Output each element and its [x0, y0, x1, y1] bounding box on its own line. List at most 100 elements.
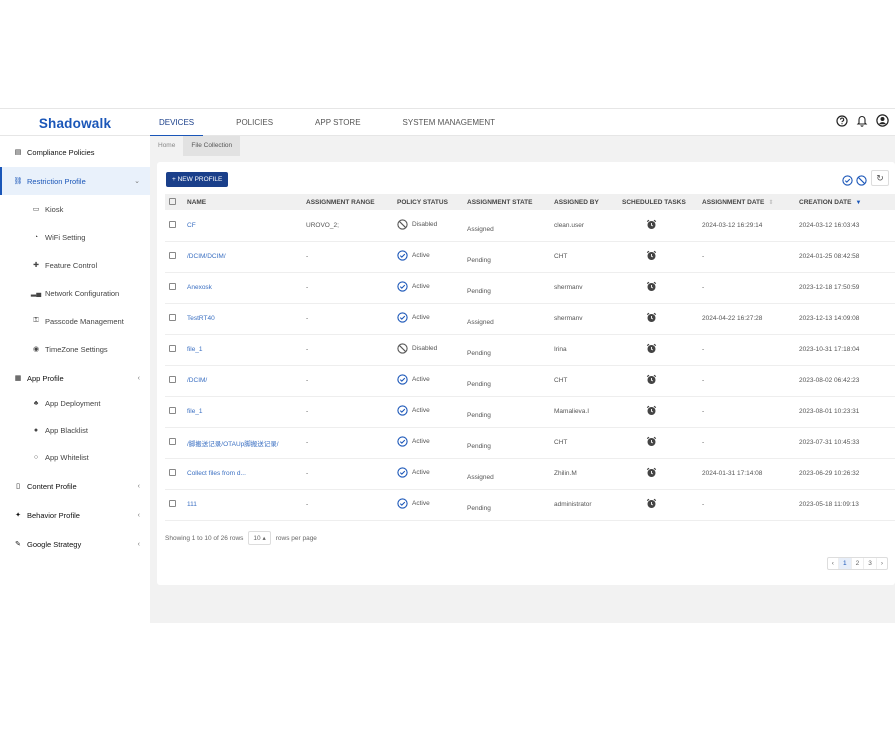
profile-name-link[interactable]: file_1: [183, 396, 302, 427]
row-checkbox[interactable]: [169, 407, 176, 414]
tab-app-store[interactable]: APP STORE: [306, 109, 370, 137]
sidebar-item-app-blacklist[interactable]: ● App Blacklist: [0, 416, 150, 444]
sidebar-item-app-profile[interactable]: ▦ App Profile ‹: [0, 364, 150, 392]
column-header-assignment-state[interactable]: ASSIGNMENT STATE: [463, 194, 550, 210]
select-all-checkbox[interactable]: [169, 197, 176, 205]
alarm-clock-icon[interactable]: [646, 405, 657, 416]
row-checkbox[interactable]: [169, 220, 176, 228]
table-row[interactable]: /DCIM/DCIM/- Active Pending CHT -2024-01-25 …: [165, 241, 895, 272]
alarm-clock-icon[interactable]: [646, 312, 657, 323]
assignment-state-text: Pending: [467, 257, 491, 264]
alarm-clock-icon[interactable]: [646, 281, 657, 292]
row-checkbox[interactable]: [169, 314, 176, 321]
table-row[interactable]: /脚搬送记录/OTAUp脚搬送记录/- Active Pending CHT -2023…: [165, 427, 895, 458]
table-row[interactable]: Anexosk - Active Pending shermanv -2023-12-18…: [165, 272, 895, 303]
assigned-by: CHT: [554, 439, 568, 446]
alarm-clock-icon[interactable]: [646, 436, 657, 447]
sidebar-item-label: Feature Control: [45, 260, 98, 270]
sidebar-item-behavior-profile[interactable]: ✦ Behavior Profile ‹: [0, 501, 150, 529]
column-header-creation-date[interactable]: CREATION DATE ▼: [795, 194, 895, 210]
row-checkbox[interactable]: [169, 469, 176, 476]
active-status-icon: [397, 405, 408, 416]
profile-name-link[interactable]: /脚搬送记录/OTAUp脚搬送记录/: [183, 427, 302, 458]
bell-icon[interactable]: [856, 114, 868, 127]
page-1-button[interactable]: 1: [838, 558, 852, 569]
column-header-name[interactable]: NAME: [183, 194, 302, 210]
sidebar-item-passcode-management[interactable]: ⚿ Passcode Management: [0, 307, 150, 335]
table-row[interactable]: file_1- Active Pending Mamalieva.I -2023-08-…: [165, 396, 895, 427]
tab-system-management[interactable]: SYSTEM MANAGEMENT: [394, 109, 504, 137]
page-2-button[interactable]: 2: [852, 558, 865, 569]
row-checkbox[interactable]: [169, 500, 176, 507]
rows-per-page-select[interactable]: 10 ▴: [248, 531, 271, 545]
row-checkbox[interactable]: [169, 283, 176, 290]
column-header-policy-status[interactable]: POLICY STATUS: [393, 194, 463, 210]
sidebar-item-app-whitelist[interactable]: ○ App Whitelist: [0, 443, 150, 471]
page-next-button[interactable]: ›: [877, 558, 887, 569]
sidebar-item-wifi-setting[interactable]: ◔ WiFi Setting: [0, 223, 150, 251]
profile-name-link[interactable]: Anexosk: [183, 272, 302, 303]
policy-status-text: Disabled: [412, 220, 438, 228]
alarm-clock-icon[interactable]: [646, 374, 657, 385]
check-circle-icon[interactable]: [842, 175, 853, 186]
creation-date: 2023-10-31 17:18:04: [799, 346, 860, 353]
sidebar-item-timezone-settings[interactable]: ◉ TimeZone Settings: [0, 335, 150, 363]
alarm-clock-icon[interactable]: [646, 467, 657, 478]
assignment-range: UROVO_2;: [306, 221, 339, 229]
table-row[interactable]: /DCIM/- Active Pending CHT -2023-08-02 06:42…: [165, 365, 895, 396]
profile-name-link[interactable]: file_1: [183, 334, 302, 365]
sidebar-item-app-deployment[interactable]: ♣ App Deployment: [0, 389, 150, 417]
sidebar-item-kiosk[interactable]: ▭ Kiosk: [0, 195, 150, 223]
chevron-left-icon: ‹: [137, 374, 140, 382]
sidebar: ▤ Compliance Policies ⛓ Restriction Prof…: [0, 136, 150, 623]
sidebar-item-network-configuration[interactable]: ▂▄ Network Configuration: [0, 279, 150, 307]
user-account-icon[interactable]: [876, 114, 889, 127]
profile-name-link[interactable]: 111: [183, 489, 302, 520]
column-header-assignment-range[interactable]: ASSIGNMENT RANGE: [302, 194, 393, 210]
profile-name-link[interactable]: CF: [183, 210, 302, 241]
sidebar-item-feature-control[interactable]: ✚ Feature Control: [0, 251, 150, 279]
breadcrumb-file-collection[interactable]: File Collection: [183, 136, 241, 156]
column-header-scheduled-tasks[interactable]: SCHEDULED TASKS: [618, 194, 698, 210]
tab-devices[interactable]: DEVICES: [150, 109, 204, 137]
table-row[interactable]: Collect files from d... - Active Assigned Zh…: [165, 458, 895, 489]
row-checkbox[interactable]: [169, 252, 176, 259]
table-row[interactable]: 111- Active Pending administrator -2023-05-1…: [165, 489, 895, 520]
column-header-assignment-date[interactable]: ASSIGNMENT DATE ⇕: [698, 194, 795, 210]
assignment-state-text: Pending: [467, 381, 491, 388]
sidebar-item-restriction-profile[interactable]: ⛓ Restriction Profile ⌄: [0, 167, 150, 195]
help-icon[interactable]: [836, 114, 848, 127]
assignment-range: -: [306, 284, 309, 291]
block-circle-icon[interactable]: [856, 175, 867, 186]
alarm-clock-icon[interactable]: [646, 343, 657, 354]
breadcrumb-home[interactable]: Home: [150, 136, 183, 156]
row-checkbox[interactable]: [169, 376, 176, 383]
sort-desc-icon[interactable]: ▼: [855, 200, 861, 206]
column-header-assigned-by[interactable]: ASSIGNED BY: [550, 194, 618, 210]
table-row[interactable]: file_1- Disabled Pending Irina -2023-10-31 1…: [165, 334, 895, 365]
page-3-button[interactable]: 3: [864, 558, 877, 569]
sidebar-item-label: App Blacklist: [45, 425, 88, 435]
sidebar-item-google-strategy[interactable]: ✎ Google Strategy ‹: [0, 530, 150, 558]
brand-logo[interactable]: Shadowalk: [0, 109, 150, 137]
refresh-button[interactable]: ↻: [871, 170, 889, 186]
sort-icon[interactable]: ⇕: [768, 200, 773, 206]
row-checkbox[interactable]: [169, 438, 176, 445]
profile-name-link[interactable]: TestRT40: [183, 303, 302, 334]
alarm-clock-icon[interactable]: [646, 219, 657, 230]
page-prev-button[interactable]: ‹: [828, 558, 839, 569]
profile-name-link[interactable]: /DCIM/: [183, 365, 302, 396]
assignment-date: -: [702, 253, 705, 260]
row-checkbox[interactable]: [169, 345, 176, 352]
sidebar-item-label: App Profile: [27, 373, 64, 383]
table-row[interactable]: TestRT40- Active Assigned shermanv 2024-04-2…: [165, 303, 895, 334]
profile-name-link[interactable]: /DCIM/DCIM/: [183, 241, 302, 272]
tab-policies[interactable]: POLICIES: [227, 109, 282, 137]
sidebar-item-content-profile[interactable]: ▯ Content Profile ‹: [0, 472, 150, 500]
table-row[interactable]: CF UROVO_2; Disabled Assigned clean.user 2024…: [165, 210, 895, 241]
alarm-clock-icon[interactable]: [646, 250, 657, 261]
sidebar-item-compliance-policies[interactable]: ▤ Compliance Policies: [0, 138, 150, 166]
new-profile-button[interactable]: + NEW PROFILE: [166, 172, 229, 187]
profile-name-link[interactable]: Collect files from d...: [183, 458, 302, 489]
alarm-clock-icon[interactable]: [646, 498, 657, 509]
